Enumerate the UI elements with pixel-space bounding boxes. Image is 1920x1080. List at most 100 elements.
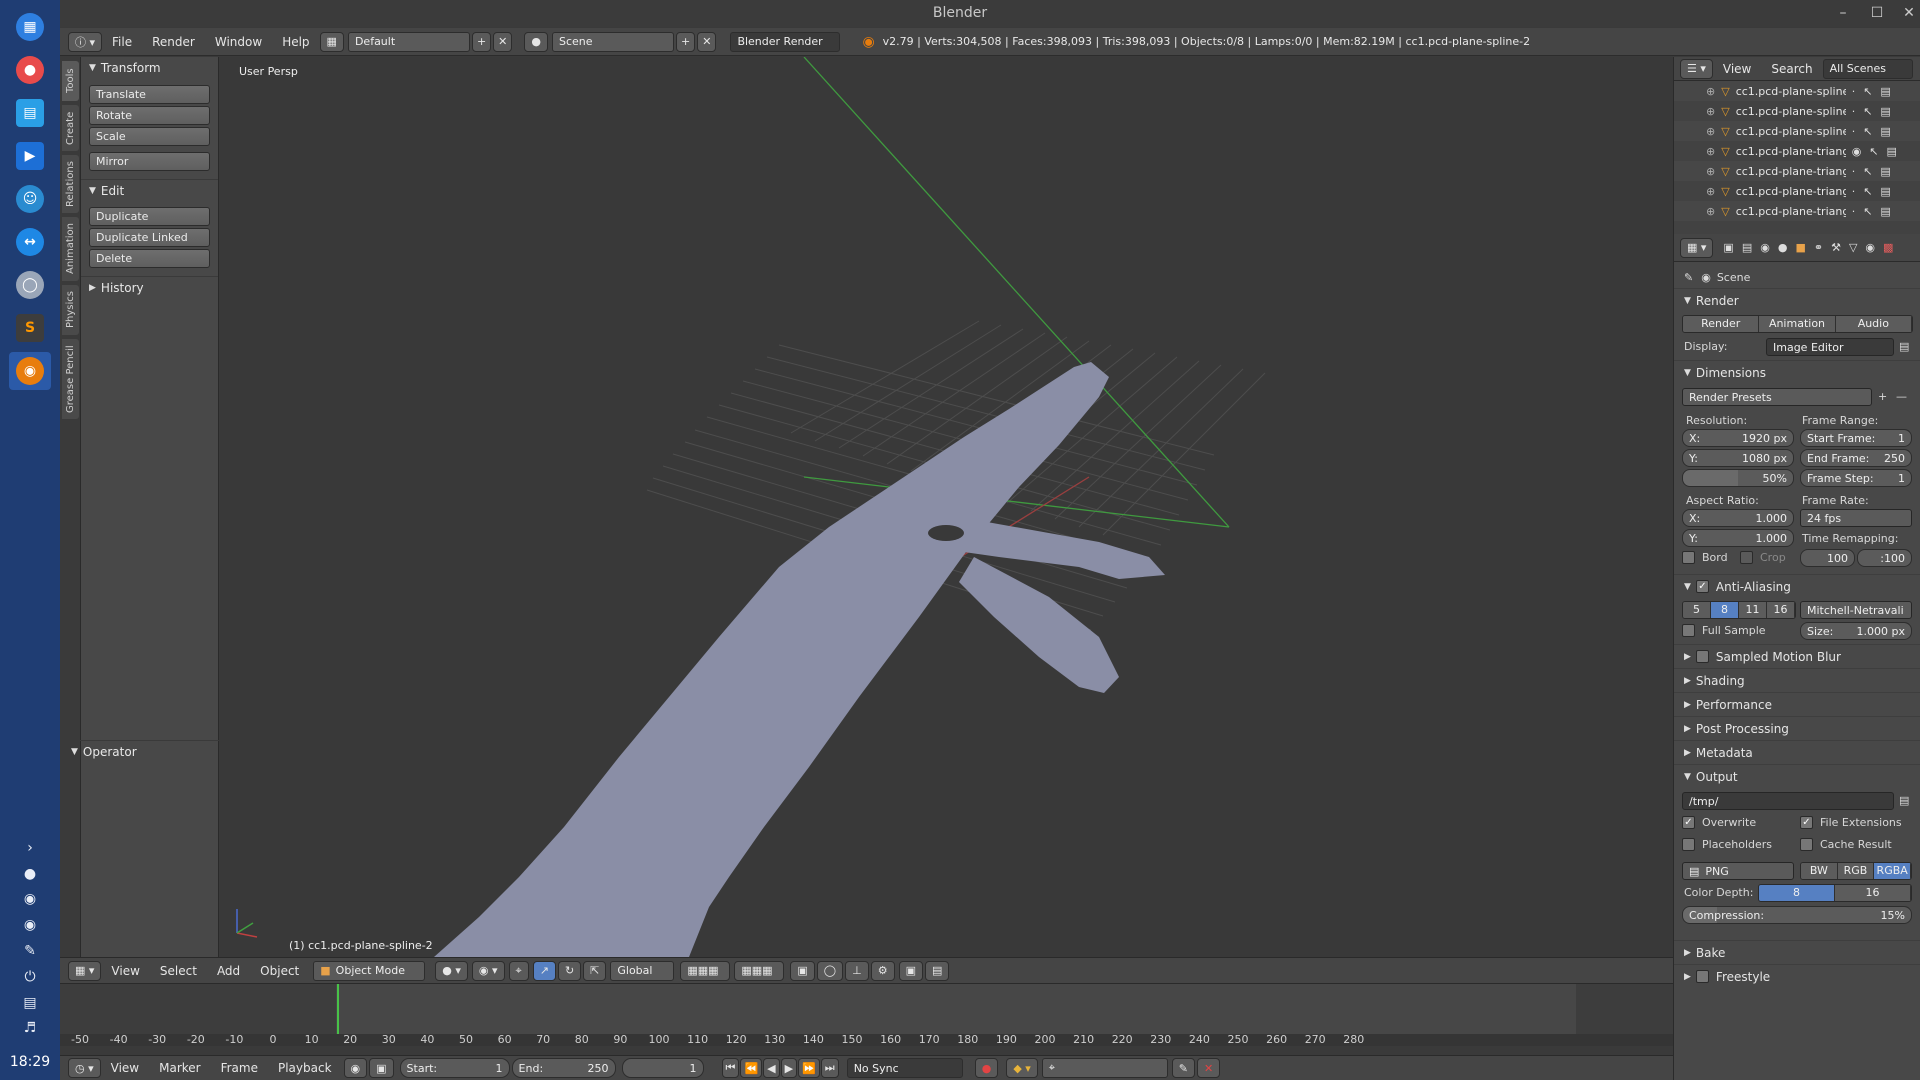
remove-scene-icon[interactable]: ✕ <box>697 31 717 52</box>
expand-icon[interactable]: ⊕ <box>1706 185 1715 198</box>
outliner-row[interactable]: ⊕ ▽ cc1.pcd-plane-triangl · ↖ ▤ <box>1674 181 1920 201</box>
expand-icon[interactable]: ⊕ <box>1706 105 1715 118</box>
expand-icon[interactable]: ⊕ <box>1706 205 1715 218</box>
render-engine-select[interactable]: Blender Render <box>730 31 841 52</box>
tab-grease-pencil[interactable]: Grease Pencil <box>62 339 79 419</box>
display-window-icon[interactable]: ▤ <box>1899 340 1909 353</box>
resolution-y-field[interactable]: Y: 1080 px <box>1682 449 1794 467</box>
render-toggle-icon[interactable]: ▤ <box>1887 145 1897 158</box>
dock-chat-icon[interactable]: ● <box>18 866 42 886</box>
aspect-x-field[interactable]: X: 1.000 <box>1682 509 1794 527</box>
performance-panel-header[interactable]: ▶ Performance <box>1674 692 1920 716</box>
output-path-field[interactable]: /tmp/ <box>1682 792 1894 810</box>
keyframe-icon[interactable]: ◆ ▾ <box>1006 1058 1038 1078</box>
dock-chrome-icon[interactable]: ◯ <box>9 266 51 304</box>
select-cursor-icon[interactable]: ↖ <box>1863 125 1872 138</box>
layers-grid-2-icon[interactable]: ▦▦▦ <box>734 960 785 981</box>
lock-icon[interactable]: ▣ <box>790 960 815 981</box>
add-layout-icon[interactable]: + <box>471 31 492 52</box>
outliner-row[interactable]: ⊕ ▽ cc1.pcd-plane-triangl ◉ ↖ ▤ <box>1674 141 1920 161</box>
start-frame-prop[interactable]: Start Frame: 1 <box>1800 429 1912 447</box>
bake-panel-header[interactable]: ▶ Bake <box>1674 940 1920 964</box>
aa-sample-16[interactable]: 16 <box>1767 602 1795 618</box>
insert-key-icon[interactable]: ✎ <box>1171 1058 1196 1078</box>
color-rgba-button[interactable]: RGBA <box>1874 863 1911 879</box>
dock-video-icon[interactable]: ▶ <box>9 137 51 175</box>
remove-layout-icon[interactable]: ✕ <box>493 31 513 52</box>
metadata-panel-header[interactable]: ▶ Metadata <box>1674 740 1920 764</box>
depth-16-button[interactable]: 16 <box>1835 885 1911 901</box>
layers-tab-icon[interactable]: ▤ <box>1742 241 1752 254</box>
duplicate-linked-button[interactable]: Duplicate Linked <box>89 228 210 247</box>
layers-grid-icon[interactable]: ▦▦▦ <box>680 960 731 981</box>
expand-icon[interactable]: ⊕ <box>1706 165 1715 178</box>
render-toggle-icon[interactable]: ▤ <box>1880 205 1890 218</box>
render-toggle-icon[interactable]: ▤ <box>1880 125 1890 138</box>
depth-8-button[interactable]: 8 <box>1759 885 1835 901</box>
remap-new-field[interactable]: :100 <box>1857 549 1912 567</box>
tab-physics[interactable]: Physics <box>62 285 79 335</box>
manipulator-icon[interactable]: ⌖ <box>508 960 529 981</box>
play-icon[interactable]: ▶ <box>780 1058 798 1078</box>
tab-animation[interactable]: Animation <box>62 217 79 281</box>
render-toggle-icon[interactable]: ▤ <box>1880 165 1890 178</box>
color-rgb-button[interactable]: RGB <box>1837 863 1875 879</box>
mirror-button[interactable]: Mirror <box>89 152 210 171</box>
dock-screen-icon[interactable]: ▤ <box>18 995 42 1015</box>
history-panel-header[interactable]: ▶ History <box>81 276 218 298</box>
outliner-row[interactable]: ⊕ ▽ cc1.pcd-plane-triangl · ↖ ▤ <box>1674 201 1920 221</box>
dimensions-panel-header[interactable]: ▼ Dimensions <box>1674 360 1920 384</box>
timeline-area[interactable]: -50 -40 -30 -20 -10 0 10 20 30 40 50 60 70 80 90 100 110… <box>60 983 1673 1046</box>
dock-sublime-icon[interactable]: S <box>9 309 51 347</box>
visibility-icon[interactable]: · <box>1852 105 1856 118</box>
jump-start-icon[interactable]: ⏮ <box>721 1058 740 1078</box>
visibility-icon[interactable]: · <box>1852 185 1856 198</box>
color-bw-button[interactable]: BW <box>1801 863 1838 879</box>
object-tab-icon[interactable]: ■ <box>1795 241 1805 254</box>
border-checkbox[interactable]: Bord <box>1682 551 1728 564</box>
scene-icon[interactable]: ● <box>524 31 548 52</box>
output-panel-header[interactable]: ▼ Output <box>1674 764 1920 788</box>
delete-button[interactable]: Delete <box>89 249 210 268</box>
modifiers-tab-icon[interactable]: ⚒ <box>1831 241 1841 254</box>
rotate-manipulator-icon[interactable]: ↻ <box>557 960 582 981</box>
translate-button[interactable]: Translate <box>89 85 210 104</box>
outliner-row[interactable]: ⊕ ▽ cc1.pcd-plane-spline- · ↖ ▤ <box>1674 101 1920 121</box>
maximize-icon[interactable]: ☐ <box>1860 0 1894 27</box>
tab-create[interactable]: Create <box>62 105 79 151</box>
proportional-icon[interactable]: ◯ <box>816 960 844 981</box>
select-cursor-icon[interactable]: ↖ <box>1869 145 1878 158</box>
dock-expand-icon[interactable]: › <box>18 840 42 860</box>
expand-icon[interactable]: ⊕ <box>1706 85 1715 98</box>
render-toggle-icon[interactable]: ▤ <box>1880 105 1890 118</box>
dock-record-icon[interactable]: ● <box>9 51 51 89</box>
3d-viewport[interactable]: User Persp (1) cc1.pcd-plane-spline-2 <box>219 57 1673 957</box>
render-tab-icon[interactable]: ▣ <box>1723 241 1733 254</box>
keying-set-field[interactable]: ⌖ <box>1041 1058 1168 1078</box>
mode-select[interactable]: ■ Object Mode <box>313 960 426 981</box>
outliner-row[interactable]: ⊕ ▽ cc1.pcd-plane-spline- · ↖ ▤ <box>1674 81 1920 101</box>
select-cursor-icon[interactable]: ↖ <box>1863 205 1872 218</box>
texture-tab-icon[interactable]: ▩ <box>1883 241 1893 254</box>
remove-preset-icon[interactable]: — <box>1896 390 1907 403</box>
minimize-icon[interactable]: – <box>1826 0 1860 27</box>
render-anim-icon[interactable]: ▤ <box>924 960 950 981</box>
tab-relations[interactable]: Relations <box>62 155 79 213</box>
3d-editor-type-icon[interactable]: ▦ ▾ <box>68 960 102 981</box>
orientation-select[interactable]: Global <box>610 960 675 981</box>
select-cursor-icon[interactable]: ↖ <box>1863 105 1872 118</box>
menu-object[interactable]: Object <box>250 964 309 978</box>
menu-window[interactable]: Window <box>205 35 272 49</box>
material-tab-icon[interactable]: ◉ <box>1865 241 1875 254</box>
file-format-select[interactable]: ▤ PNG <box>1682 862 1794 880</box>
visibility-icon[interactable]: · <box>1852 205 1856 218</box>
dock-power-icon[interactable]: ⏻ <box>18 969 42 989</box>
jump-end-icon[interactable]: ⏭ <box>820 1058 839 1078</box>
scene-field[interactable]: Scene <box>552 31 674 52</box>
animation-button[interactable]: Animation <box>1759 316 1836 332</box>
compression-slider[interactable]: Compression: 15% <box>1682 906 1912 924</box>
keying-icon[interactable]: ◉ <box>343 1058 368 1078</box>
render-button[interactable]: Render <box>1683 316 1760 332</box>
menu-help[interactable]: Help <box>272 35 319 49</box>
add-scene-icon[interactable]: + <box>676 31 696 52</box>
